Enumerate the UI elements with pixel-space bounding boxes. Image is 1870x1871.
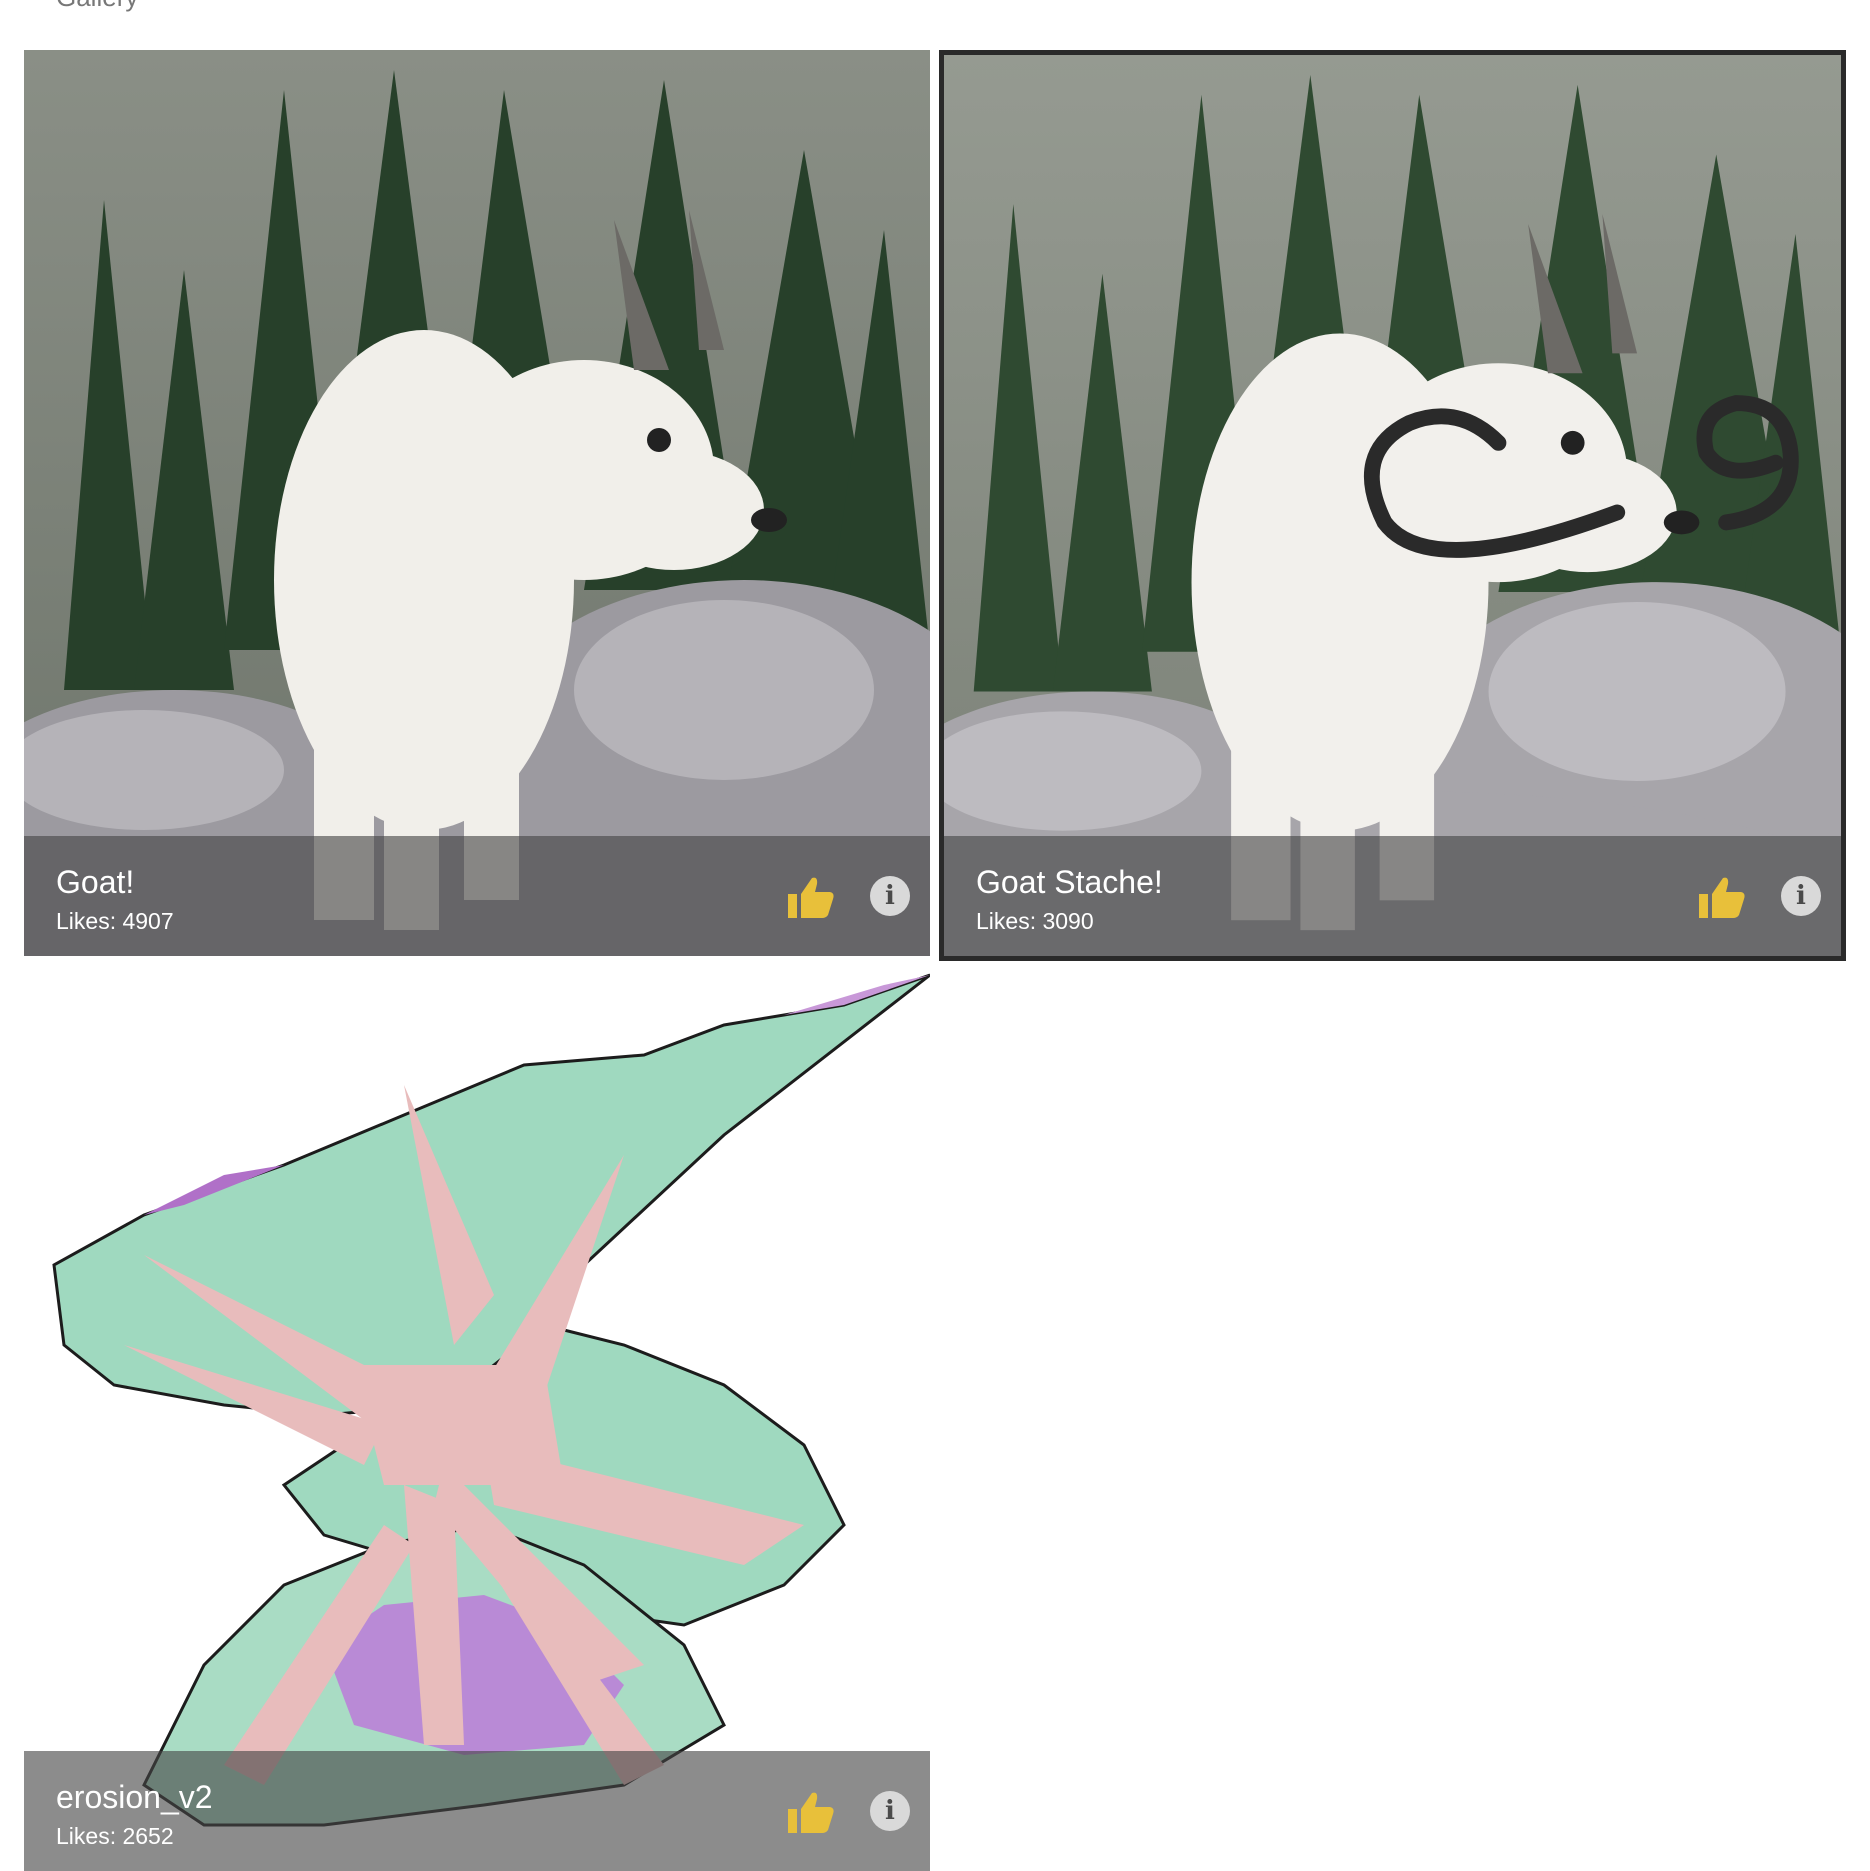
goat-stache-image xyxy=(944,55,1841,956)
card-caption-bar: Goat! Likes: 4907 i xyxy=(24,836,930,956)
info-icon: i xyxy=(885,881,895,911)
card-likes-count: Likes: 4907 xyxy=(56,908,174,934)
card-likes-count: Likes: 2652 xyxy=(56,1823,174,1849)
goat-image xyxy=(24,50,930,956)
gallery-card-goat-stache[interactable]: Goat Stache! Likes: 3090 i xyxy=(939,50,1846,961)
gallery-card-goat[interactable]: Goat! Likes: 4907 i xyxy=(24,50,930,956)
card-caption-bar: erosion_v2 Likes: 2652 i xyxy=(24,1751,930,1871)
page-title: Gallery xyxy=(56,0,138,10)
card-caption-bar: Goat Stache! Likes: 3090 i xyxy=(944,836,1841,956)
card-title: Goat! xyxy=(56,864,135,900)
card-likes-count: Likes: 3090 xyxy=(976,908,1094,934)
card-title: erosion_v2 xyxy=(56,1779,213,1815)
like-button[interactable] xyxy=(786,1789,836,1835)
card-title: Goat Stache! xyxy=(976,864,1163,900)
info-icon: i xyxy=(885,1796,895,1826)
like-button[interactable] xyxy=(1697,874,1747,920)
like-button[interactable] xyxy=(786,874,836,920)
info-button[interactable]: i xyxy=(1781,876,1821,916)
erosion-image xyxy=(24,965,930,1871)
thumbs-up-icon xyxy=(788,1792,834,1833)
info-icon: i xyxy=(1796,881,1806,911)
info-button[interactable]: i xyxy=(870,1791,910,1831)
info-button[interactable]: i xyxy=(870,876,910,916)
thumbs-up-icon xyxy=(1699,877,1745,918)
thumbs-up-icon xyxy=(788,877,834,918)
gallery-card-erosion[interactable]: erosion_v2 Likes: 2652 i xyxy=(24,965,930,1871)
